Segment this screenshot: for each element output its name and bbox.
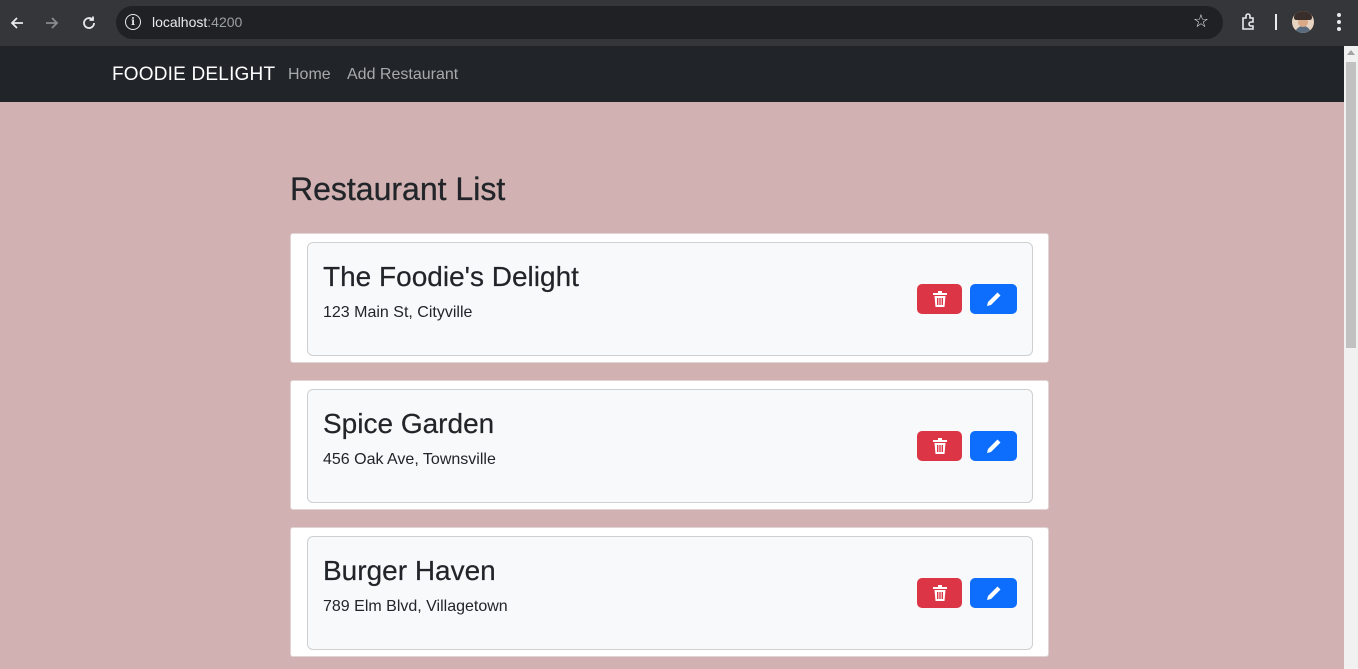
pencil-icon: [986, 439, 1000, 453]
page-title: Restaurant List: [290, 171, 506, 207]
nav-link-add-restaurant[interactable]: Add Restaurant: [347, 66, 458, 84]
restaurant-address: 789 Elm Blvd, Villagetown: [323, 598, 508, 615]
restaurant-card: Spice Garden 456 Oak Ave, Townsville: [290, 380, 1049, 510]
bookmark-star-icon[interactable]: ☆: [1193, 11, 1209, 32]
url-text: localhost:4200: [152, 14, 243, 30]
pencil-icon: [986, 586, 1000, 600]
restaurant-card-body: The Foodie's Delight 123 Main St, Cityvi…: [307, 242, 1033, 356]
trash-icon: [932, 585, 947, 601]
delete-button[interactable]: [917, 578, 962, 608]
nav-link-home[interactable]: Home: [288, 66, 331, 84]
browser-menu-icon[interactable]: [1333, 10, 1345, 34]
restaurant-name: Spice Garden: [323, 408, 495, 439]
app-navbar: FOODIE DELIGHT Home Add Restaurant: [0, 46, 1344, 102]
page-scrollbar[interactable]: [1344, 46, 1358, 669]
delete-button[interactable]: [917, 284, 962, 314]
restaurant-name: Burger Haven: [323, 555, 496, 586]
trash-icon: [932, 438, 947, 454]
restaurant-card-body: Spice Garden 456 Oak Ave, Townsville: [307, 389, 1033, 503]
restaurant-address: 456 Oak Ave, Townsville: [323, 451, 496, 468]
browser-toolbar: i localhost:4200 ☆: [0, 0, 1358, 46]
restaurant-card-body: Burger Haven 789 Elm Blvd, Villagetown: [307, 536, 1033, 650]
edit-button[interactable]: [970, 284, 1017, 314]
scroll-up-arrow[interactable]: [1347, 50, 1355, 55]
site-info-icon[interactable]: i: [125, 14, 141, 30]
pencil-icon: [986, 292, 1000, 306]
edit-button[interactable]: [970, 431, 1017, 461]
edit-button[interactable]: [970, 578, 1017, 608]
restaurant-address: 123 Main St, Cityville: [323, 304, 473, 321]
delete-button[interactable]: [917, 431, 962, 461]
toolbar-divider: [1275, 14, 1277, 30]
restaurant-name: The Foodie's Delight: [323, 261, 579, 292]
profile-avatar[interactable]: [1292, 11, 1314, 33]
extensions-icon[interactable]: [1239, 12, 1259, 32]
forward-icon[interactable]: [40, 11, 64, 35]
address-bar[interactable]: i localhost:4200 ☆: [116, 6, 1223, 39]
reload-icon[interactable]: [77, 11, 101, 35]
restaurant-card: Burger Haven 789 Elm Blvd, Villagetown: [290, 527, 1049, 657]
navbar-brand[interactable]: FOODIE DELIGHT: [112, 64, 275, 86]
restaurant-card: The Foodie's Delight 123 Main St, Cityvi…: [290, 233, 1049, 363]
trash-icon: [932, 291, 947, 307]
back-icon[interactable]: [5, 11, 29, 35]
scrollbar-thumb[interactable]: [1346, 62, 1356, 348]
